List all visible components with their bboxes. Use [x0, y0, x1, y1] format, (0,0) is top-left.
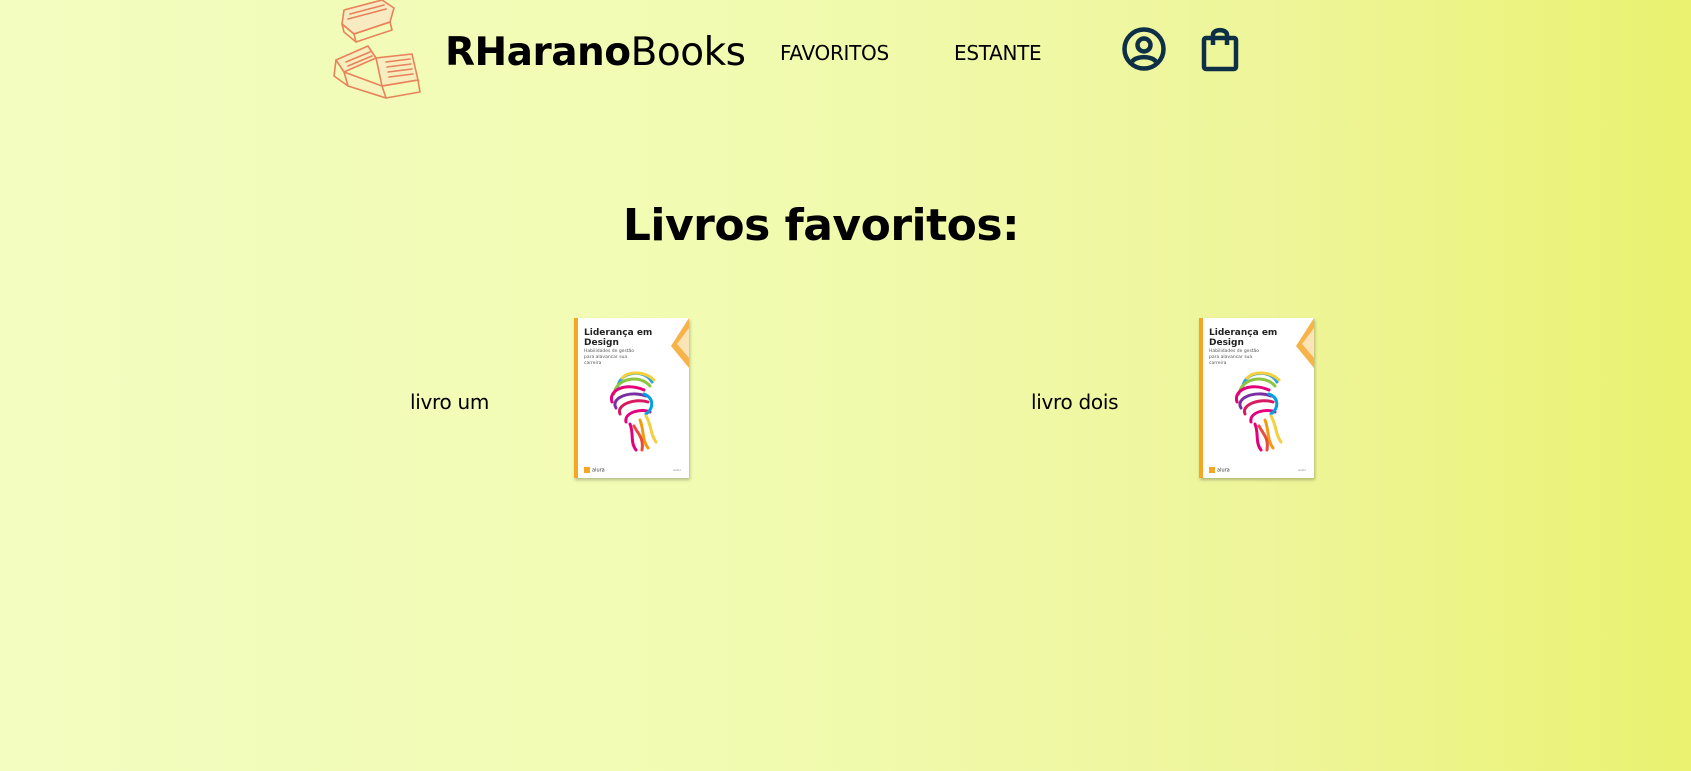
books-illustration-icon[interactable]	[330, 0, 425, 110]
publisher-logo-icon	[584, 466, 590, 473]
cover-publisher-name: alura	[592, 467, 605, 473]
cover-publisher: alura	[584, 466, 605, 473]
cover-publisher-name: alura	[1217, 467, 1230, 473]
book-cover-image[interactable]: Liderança em Design Habilidades de gestã…	[1199, 318, 1314, 478]
nav-favoritos-link[interactable]: FAVORITOS	[780, 40, 889, 66]
cover-title: Liderança em Design	[584, 328, 653, 348]
cover-head-illustration	[1234, 371, 1283, 452]
brand-name-bold: RHarano	[445, 30, 631, 75]
shopping-bag-icon[interactable]	[1201, 26, 1239, 72]
cover-corner-decoration	[671, 318, 689, 368]
brand-name-light: Books	[630, 30, 746, 75]
cover-corner-decoration	[1296, 318, 1314, 368]
publisher-logo-icon	[1209, 466, 1215, 473]
cover-head-illustration	[609, 371, 658, 452]
brand-logo-text[interactable]: RHaranoBooks	[445, 28, 746, 78]
cover-publisher: alura	[1209, 466, 1230, 473]
cover-author: autor	[673, 468, 681, 472]
page-title: Livros favoritos:	[622, 200, 1020, 251]
cover-spine	[1199, 318, 1203, 478]
book-label: livro um	[410, 390, 490, 414]
book-cover-image[interactable]: Liderança em Design Habilidades de gestã…	[574, 318, 689, 478]
cover-spine	[574, 318, 578, 478]
user-circle-icon[interactable]	[1121, 26, 1167, 72]
nav-estante-link[interactable]: ESTANTE	[954, 40, 1042, 66]
cover-title: Liderança em Design	[1209, 328, 1278, 348]
cover-author: autor	[1298, 468, 1306, 472]
site-header: RHaranoBooks FAVORITOS ESTANTE	[0, 0, 1691, 110]
book-label: livro dois	[1031, 390, 1119, 414]
